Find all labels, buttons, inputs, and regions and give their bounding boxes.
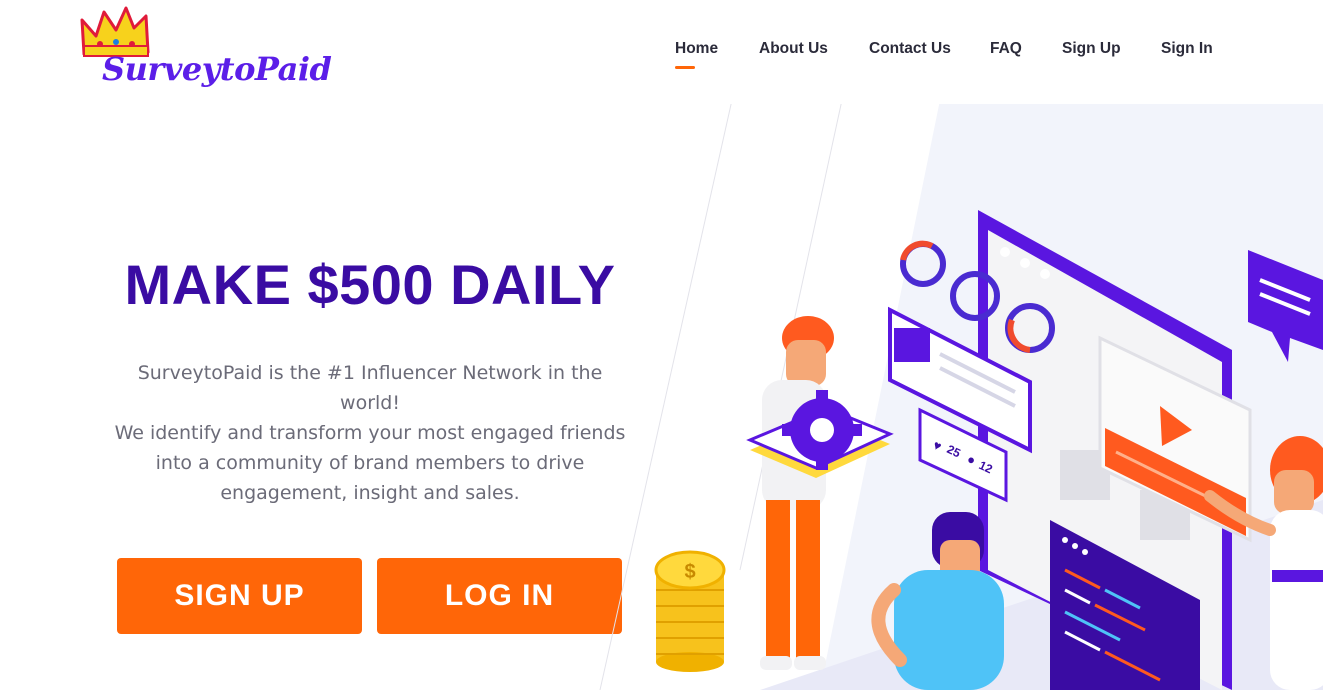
site-header: SurveytoPaid Home About Us Contact Us FA… xyxy=(0,0,1323,104)
hero-description-line: We identify and transform your most enga… xyxy=(114,422,626,444)
nav-home[interactable]: Home xyxy=(675,40,718,58)
coin-stack-illustration: $ xyxy=(654,550,726,672)
hero-illustration: ♥ 25 ● 12 $ xyxy=(599,100,1323,690)
hero-description-line: world! xyxy=(340,392,400,414)
hero-description: SurveytoPaid is the #1 Influencer Networ… xyxy=(100,358,640,508)
dollar-icon: $ xyxy=(684,561,695,583)
nav-sign-up[interactable]: Sign Up xyxy=(1062,40,1121,58)
nav-contact-us[interactable]: Contact Us xyxy=(869,40,951,58)
hero-description-line: SurveytoPaid is the #1 Influencer Networ… xyxy=(137,362,603,384)
nav-faq[interactable]: FAQ xyxy=(990,40,1022,58)
active-nav-indicator xyxy=(675,66,695,69)
hero-description-line: into a community of brand members to dri… xyxy=(155,452,585,474)
logo-text: SurveytoPaid xyxy=(102,50,332,88)
logo[interactable]: SurveytoPaid xyxy=(80,6,332,96)
sign-up-button[interactable]: SIGN UP xyxy=(117,558,362,634)
hero-description-line: engagement, insight and sales. xyxy=(220,482,520,504)
main-nav: Home About Us Contact Us FAQ Sign Up Sig… xyxy=(660,40,1240,80)
nav-sign-in[interactable]: Sign In xyxy=(1161,40,1213,58)
nav-about-us[interactable]: About Us xyxy=(759,40,828,58)
